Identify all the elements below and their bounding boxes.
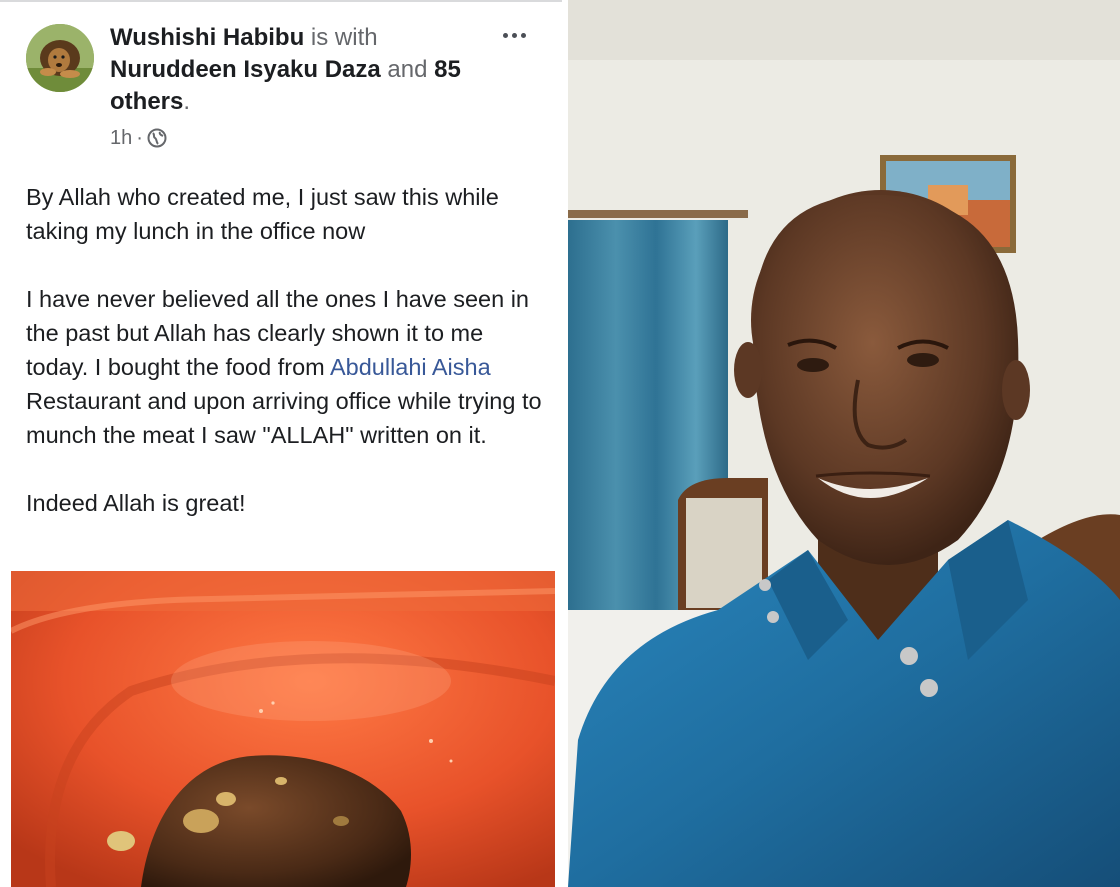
ellipsis-icon-dot [520, 32, 526, 38]
post-options-button[interactable] [494, 22, 534, 48]
meat-photo[interactable] [11, 571, 555, 887]
post-top-border [0, 0, 562, 2]
facebook-post: Wushishi Habibu is with Nuruddeen Isyaku… [0, 0, 562, 887]
restaurant-mention-link[interactable]: Abdullahi Aisha [330, 354, 491, 380]
post-timestamp[interactable]: 1h [110, 127, 132, 150]
post-paragraph-2: I have never believed all the ones I hav… [26, 282, 548, 452]
meta-separator: · [136, 126, 143, 149]
man-selfie-image [568, 0, 1120, 887]
ellipsis-icon [502, 32, 508, 38]
globe-icon[interactable] [147, 128, 167, 148]
post-paragraph-1: By Allah who created me, I just saw this… [26, 184, 499, 244]
lion-avatar-image [26, 24, 94, 92]
selfie-photo[interactable] [568, 0, 1120, 887]
post-header: Wushishi Habibu is with Nuruddeen Isyaku… [110, 22, 480, 118]
paragraph-2-text-b: Restaurant and upon arriving office whil… [26, 388, 542, 448]
header-period: . [183, 88, 191, 115]
author-avatar[interactable] [26, 24, 94, 92]
post-meta: 1h · [110, 124, 167, 152]
meat-on-plate-image [11, 571, 555, 887]
and-text: and [380, 56, 435, 83]
with-text: is with [304, 24, 378, 51]
author-name[interactable]: Wushishi Habibu [110, 24, 304, 51]
post-paragraph-3: Indeed Allah is great! [26, 490, 246, 516]
ellipsis-icon-dot [511, 32, 517, 38]
post-body: By Allah who created me, I just saw this… [26, 180, 548, 520]
tagged-person-link[interactable]: Nuruddeen Isyaku Daza [110, 56, 381, 83]
